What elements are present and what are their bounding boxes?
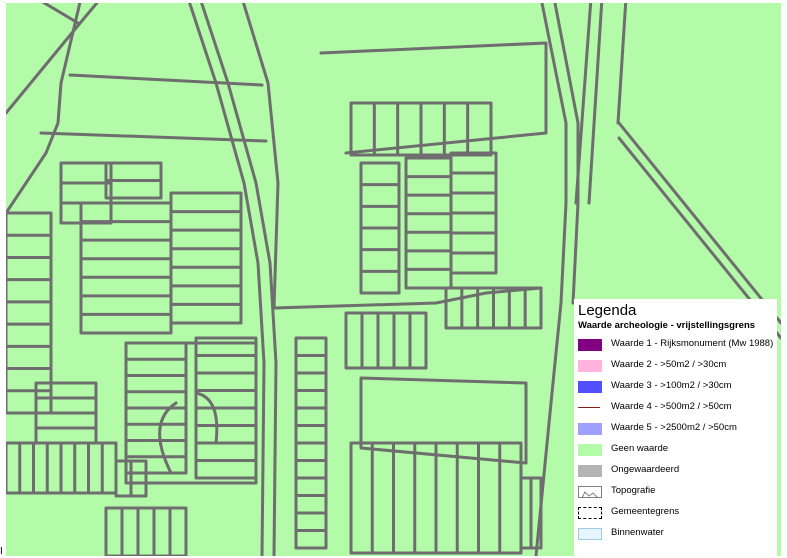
legend-item: Ongewaardeerd: [574, 461, 777, 479]
parcel-row: [194, 336, 258, 480]
legend-symbol: [578, 339, 602, 351]
parcel-row: [344, 311, 428, 370]
road-edge: [534, 3, 568, 556]
legend-label: Waarde 4 - >500m2 / >50cm: [611, 401, 732, 412]
corner-mark: I: [0, 546, 3, 557]
legend-symbol: [578, 444, 602, 456]
legend-label: Waarde 5 - >2500m2 / >50cm: [611, 422, 737, 433]
legend-item: Waarde 4 - >500m2 / >50cm: [574, 398, 777, 416]
legend-label: Topografie: [611, 485, 656, 496]
road-edge: [6, 3, 99, 115]
legend-item: Geen waarde: [574, 440, 777, 458]
map-legend: Legenda Waarde archeologie - vrijstellin…: [574, 299, 777, 556]
legend-label: Binnenwater: [611, 527, 664, 538]
legend-symbol: [578, 407, 600, 408]
parcel-row: [124, 341, 188, 475]
road-edge: [574, 3, 604, 205]
legend-item: Binnenwater: [574, 524, 777, 542]
legend-label: Geen waarde: [611, 443, 669, 454]
legend-label: Gemeentegrens: [611, 506, 680, 517]
legend-item: Topografie: [574, 482, 777, 500]
road-edge: [272, 286, 543, 310]
parcel-row: [349, 101, 493, 157]
legend-symbol: [578, 360, 602, 372]
legend-item: Gemeentegrens: [574, 503, 777, 521]
legend-subtitle: Waarde archeologie - vrijstellingsgrens: [578, 320, 756, 331]
parcel-row: [169, 191, 243, 325]
legend-label: Waarde 2 - >50m2 / >30cm: [611, 359, 727, 370]
parcel-row: [6, 441, 118, 495]
road-edge: [200, 3, 278, 556]
parcel-row: [59, 161, 113, 225]
legend-symbol: [578, 507, 602, 519]
parcel-row: [114, 459, 148, 498]
road-edge: [68, 73, 264, 87]
legend-label: Ongewaardeerd: [611, 464, 680, 475]
parcel-row: [444, 286, 543, 330]
parcel-row: [104, 161, 163, 200]
legend-item: Waarde 5 - >2500m2 / >50cm: [574, 419, 777, 437]
legend-symbol: [578, 423, 602, 435]
map-view[interactable]: Legenda Waarde archeologie - vrijstellin…: [6, 3, 781, 556]
legend-label: Waarde 3 - >100m2 / >30cm: [611, 380, 732, 391]
road-edge: [319, 41, 548, 155]
parcel-row: [359, 161, 401, 295]
legend-symbol: [578, 528, 602, 540]
legend-item: Waarde 1 - Rijksmonument (Mw 1988): [574, 335, 777, 353]
parcel-row: [79, 201, 173, 335]
legend-symbol: [578, 486, 602, 499]
legend-title: Legenda: [578, 302, 637, 319]
parcel-row: [449, 151, 498, 275]
road-edge: [616, 3, 628, 125]
legend-symbol: [578, 381, 602, 393]
parcel-row: [294, 336, 328, 550]
legend-symbol: [578, 465, 602, 477]
legend-label: Waarde 1 - Rijksmonument (Mw 1988): [611, 338, 774, 349]
parcel-row: [104, 506, 188, 556]
legend-item: Waarde 3 - >100m2 / >30cm: [574, 377, 777, 395]
parcel-row: [404, 156, 453, 290]
legend-item: Waarde 2 - >50m2 / >30cm: [574, 356, 777, 374]
